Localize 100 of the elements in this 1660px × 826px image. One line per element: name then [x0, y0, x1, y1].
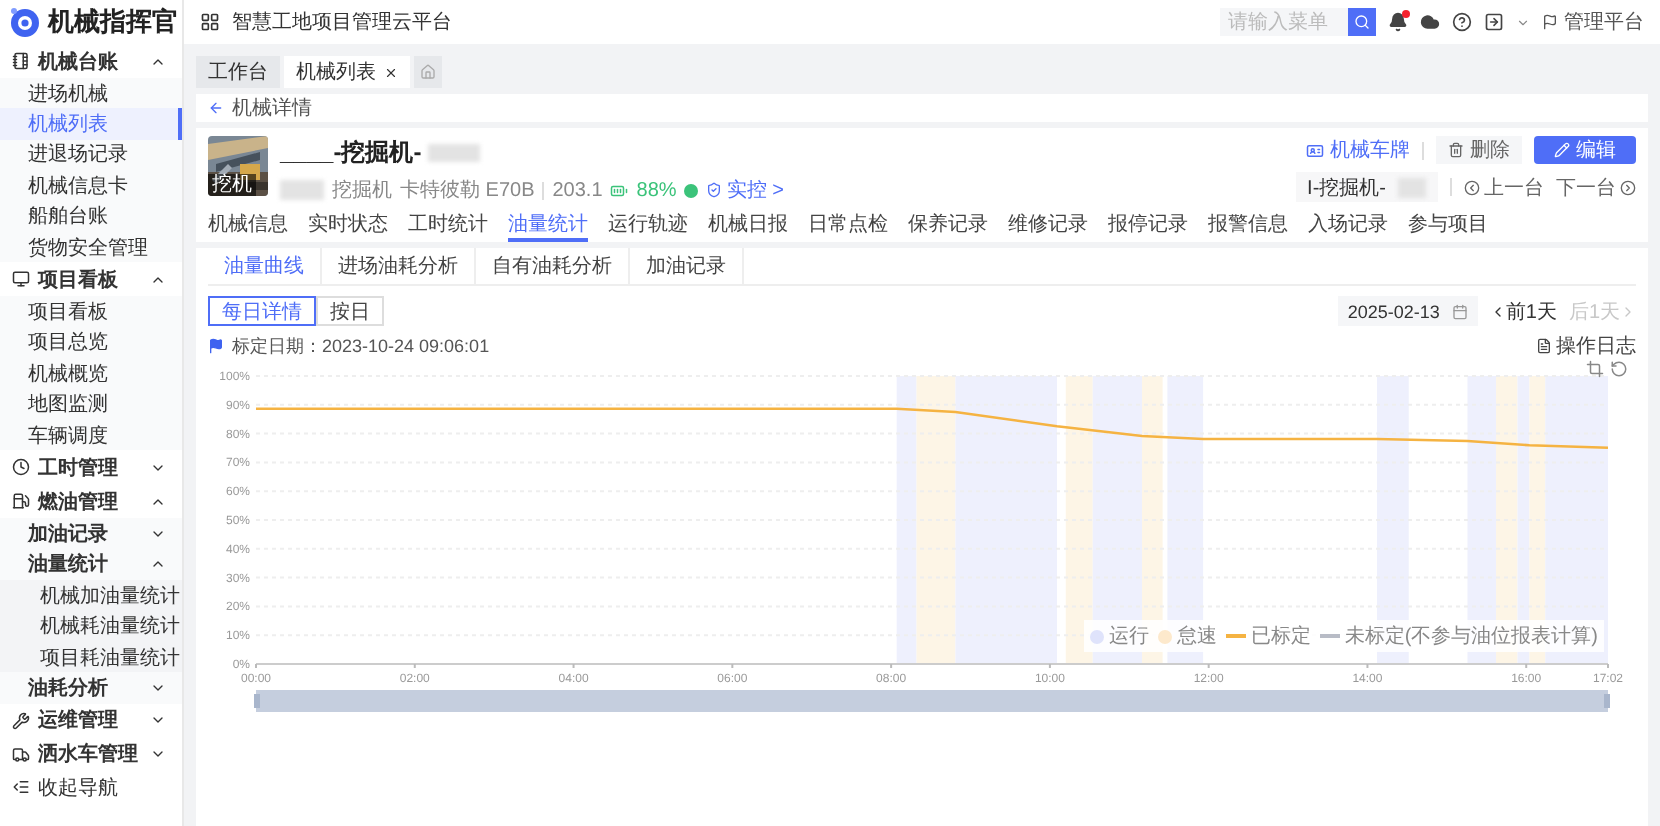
notebook-icon [12, 52, 30, 70]
machine-select[interactable]: I-挖掘机- [1295, 172, 1438, 202]
sidebar-item[interactable]: 项目看板 [0, 296, 182, 328]
edit-button[interactable]: 编辑 [1534, 136, 1636, 164]
menu-search-field[interactable]: 请输入菜单 [1220, 8, 1348, 36]
view-toggle-button[interactable]: 每日详情 [208, 296, 316, 326]
indent-icon [12, 778, 30, 797]
page-tab[interactable]: 工作台 [196, 56, 280, 88]
detail-tab[interactable]: 机械日报 [708, 208, 788, 242]
page-tab[interactable]: 机械列表 [284, 56, 410, 88]
pencil-icon [1554, 142, 1570, 158]
sub-tab[interactable]: 油量曲线 [208, 248, 322, 284]
zoom-slider[interactable] [254, 690, 1610, 712]
sidebar-item[interactable]: 机械信息卡 [0, 170, 182, 202]
redacted-block [427, 144, 480, 162]
detail-tab[interactable]: 报警信息 [1208, 208, 1288, 242]
back-icon[interactable] [208, 100, 224, 116]
cloud-icon[interactable] [1420, 12, 1440, 32]
sub-tab[interactable]: 加油记录 [630, 248, 744, 284]
fuel-pump-icon [12, 492, 30, 511]
logo-icon [8, 6, 40, 38]
flag-icon [208, 338, 224, 354]
app-grid-icon[interactable] [200, 12, 220, 32]
document-icon [1536, 338, 1552, 354]
flag-icon [1542, 14, 1558, 30]
caret-right-icon [1620, 303, 1636, 319]
home-icon [420, 64, 436, 80]
monitor-icon [12, 270, 30, 289]
chevron-left-icon [1464, 179, 1480, 195]
sidebar-item[interactable]: 油耗分析 [0, 672, 182, 704]
restore-icon[interactable] [1610, 360, 1628, 378]
sidebar-item[interactable]: 机械列表 [0, 108, 182, 140]
shield-icon [706, 182, 723, 198]
truck-icon [12, 745, 30, 764]
search-button[interactable] [1348, 8, 1376, 36]
hour-reading: 203.1 [552, 179, 603, 201]
detail-tab[interactable]: 实时状态 [308, 208, 388, 242]
sidebar-item[interactable]: 机械加油量统计 [0, 580, 182, 611]
detail-tab[interactable]: 参与项目 [1408, 208, 1488, 242]
legend-item[interactable]: 运行 [1090, 622, 1149, 650]
sidebar-item[interactable]: 货物安全管理 [0, 231, 182, 263]
sidebar-item[interactable]: 进场机械 [0, 78, 182, 109]
sidebar-item[interactable]: 地图监测 [0, 389, 182, 420]
sidebar-item[interactable]: 船舶台账 [0, 201, 182, 232]
battery-level: 88% [636, 179, 677, 201]
detail-tab[interactable]: 维修记录 [1008, 208, 1088, 242]
notification-icon[interactable] [1388, 12, 1408, 32]
detail-tab[interactable]: 入场记录 [1308, 208, 1388, 242]
detail-tab[interactable]: 日常点检 [808, 208, 888, 242]
plate-button[interactable]: 机械车牌 [1306, 136, 1410, 164]
operation-log-link[interactable]: 操作日志 [1536, 332, 1636, 360]
sidebar-item[interactable]: 机械耗油量统计 [0, 610, 182, 642]
sidebar-item[interactable]: 进退场记录 [0, 139, 182, 171]
sidebar-item[interactable]: 车辆调度 [0, 419, 182, 451]
trash-icon [1448, 142, 1464, 158]
sidebar-item[interactable]: 项目耗油量统计 [0, 641, 182, 673]
previous-button[interactable]: 上一台 [1464, 173, 1544, 201]
detail-tab[interactable]: 运行轨迹 [608, 208, 688, 242]
online-dot-icon [684, 183, 699, 197]
sidebar-item[interactable]: 加油记录 [0, 518, 182, 550]
detail-tab[interactable]: 报停记录 [1108, 208, 1188, 242]
help-icon[interactable] [1452, 12, 1472, 32]
legend-item[interactable]: 未标定(不参与油位报表计算) [1320, 622, 1598, 650]
next-button[interactable]: 下一台 [1556, 173, 1636, 201]
date-field[interactable]: 2025-02-13 [1337, 296, 1478, 326]
delete-button[interactable]: 删除 [1436, 136, 1522, 164]
control-link[interactable]: 实控 > [706, 176, 784, 204]
detail-tab[interactable]: 油量统计 [508, 208, 588, 242]
sub-tab[interactable]: 自有油耗分析 [476, 248, 630, 284]
calendar-icon [1451, 303, 1468, 319]
wrench-icon [12, 711, 30, 730]
sidebar-item[interactable]: 机械概览 [0, 358, 182, 390]
detail-tab[interactable]: 保养记录 [908, 208, 988, 242]
legend-item[interactable]: 怠速 [1158, 622, 1217, 650]
detail-tab[interactable]: 工时统计 [408, 208, 488, 242]
breadcrumb: 机械详情 [232, 95, 312, 122]
id-card-icon [1306, 141, 1324, 159]
previous-day-button[interactable]: 前1天 [1489, 297, 1557, 325]
caret-icon[interactable] [1516, 15, 1530, 29]
platform-link[interactable]: 管理平台 [1542, 8, 1644, 36]
legend-item[interactable]: 已标定 [1226, 622, 1311, 650]
calibration-date: 标定日期：2023-10-24 09:06:01 [232, 333, 490, 359]
view-toggle-button[interactable]: 按日 [316, 296, 384, 326]
clock-icon [12, 458, 30, 477]
search-icon [1354, 14, 1370, 30]
brand-model: 卡特彼勒 E70B [400, 177, 535, 204]
sidebar-item[interactable]: 油量统计 [0, 549, 182, 581]
brand-name: 机械指挥官 [48, 4, 178, 40]
machine-title: ____-挖掘机- [280, 136, 422, 170]
close-icon[interactable] [384, 65, 398, 79]
zoom-select-icon[interactable] [1586, 360, 1604, 378]
battery-icon [610, 181, 629, 199]
chevron-right-icon [1620, 179, 1636, 195]
redacted-block [280, 180, 324, 200]
sidebar-item[interactable]: 项目总览 [0, 327, 182, 359]
detail-tab[interactable]: 机械信息 [208, 208, 288, 242]
photo-caption: 挖机 [208, 174, 256, 196]
sidebar-item[interactable]: 项目看板 [0, 262, 182, 297]
sub-tab[interactable]: 进场油耗分析 [322, 248, 476, 284]
platform-title: 智慧工地项目管理云平台 [232, 9, 454, 36]
